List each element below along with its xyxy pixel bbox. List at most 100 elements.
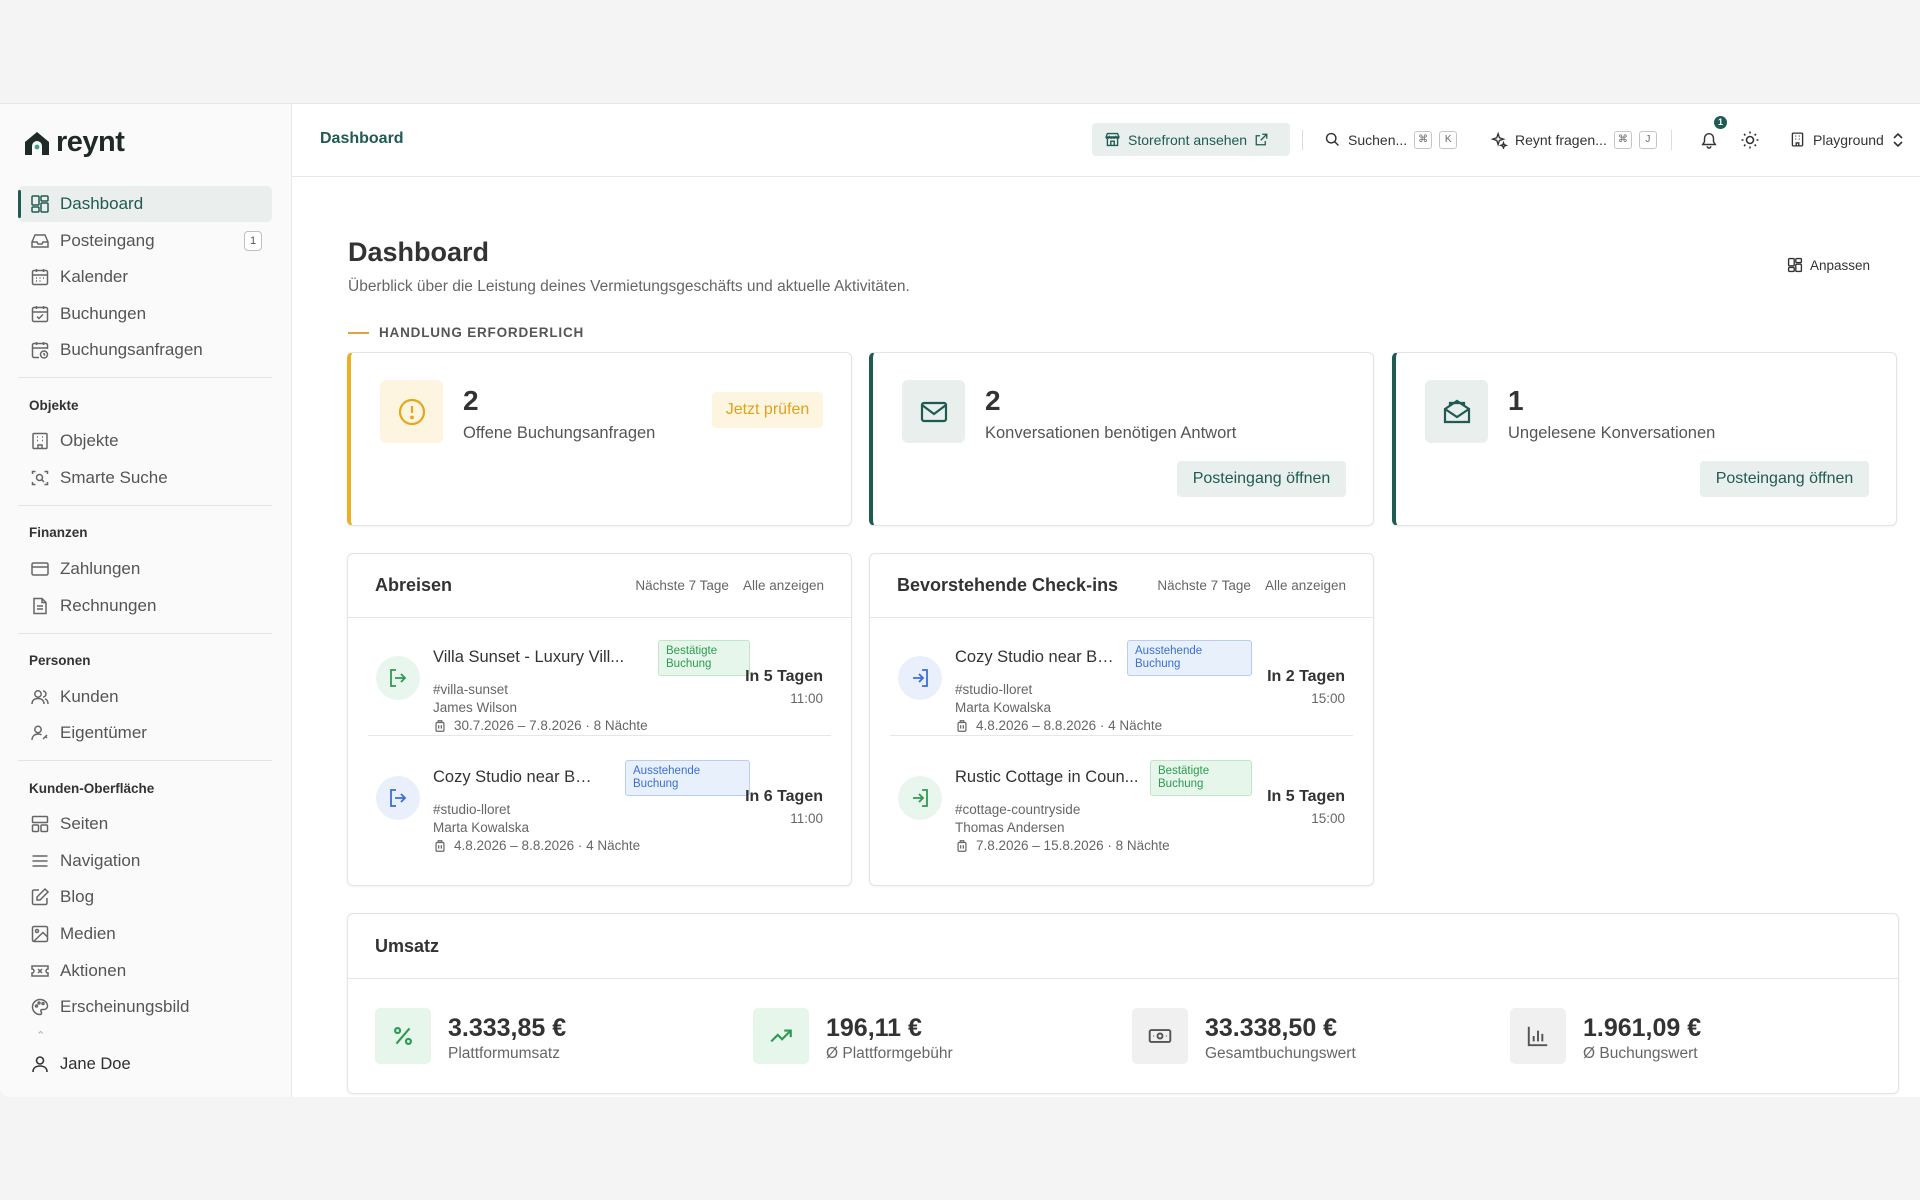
property-slug: #studio-lloret [433,802,511,817]
stay-dates: 4.8.2026 – 8.8.2026 · 4 Nächte [955,718,1162,733]
checkin-icon-box [898,776,942,820]
sidebar-item-inbox[interactable]: Posteingang 1 [18,223,272,259]
stay-dates: 4.8.2026 – 8.8.2026 · 4 Nächte [433,838,640,853]
sidebar-item-appearance[interactable]: Erscheinungsbild [18,989,272,1025]
sidebar-item-payments[interactable]: Zahlungen [18,551,272,587]
ask-ai-button[interactable]: Reynt fragen... ⌘ J [1490,123,1657,156]
stay-dates: 7.8.2026 – 15.8.2026 · 8 Nächte [955,838,1170,853]
sidebar-item-smart-search[interactable]: Smarte Suche [18,460,272,496]
building-icon [1791,132,1804,147]
main-area: Dashboard Storefront ansehen Suchen... ⌘… [292,104,1920,1097]
sidebar-item-properties[interactable]: Objekte [18,423,272,459]
topbar-divider [1671,130,1672,150]
checkins-card: Bevorstehende Check-ins Nächste 7 Tage A… [869,553,1374,886]
sidebar-item-invoices[interactable]: Rechnungen [18,588,272,624]
property-slug: #studio-lloret [955,682,1033,697]
customize-button[interactable]: Anpassen [1787,257,1870,273]
customize-label: Anpassen [1809,257,1870,273]
sidebar-item-label: Eigentümer [60,723,147,743]
notification-count: 1 [1714,116,1727,129]
image-icon [31,925,49,943]
sidebar-item-booking-requests[interactable]: Buchungsanfragen [18,332,272,368]
action-label: Konversationen benötigen Antwort [985,424,1237,442]
sidebar-item-label: Buchungen [60,303,147,323]
ticket-icon [31,964,49,977]
sidebar-item-customers[interactable]: Kunden [18,679,272,715]
review-now-button[interactable]: Jetzt prüfen [712,392,823,428]
shortcut-key: ⌘ [1414,130,1433,149]
list-item[interactable]: Rustic Cottage in Coun... Bestätigte Buch… [890,738,1353,856]
sidebar-nav: Dashboard Posteingang 1 Kalender Buchung… [18,186,272,1026]
sidebar-item-calendar[interactable]: Kalender [18,259,272,295]
section-label-text: HANDLUNG ERFORDERLICH [379,325,585,340]
card-header: Abreisen Nächste 7 Tage Alle anzeigen [348,554,851,618]
external-link-icon [1255,133,1268,146]
theme-toggle[interactable] [1740,123,1760,156]
alert-icon-box [380,380,443,443]
layout-icon [31,815,49,833]
mail-icon-box [902,380,965,443]
show-all-link[interactable]: Alle anzeigen [1265,578,1346,593]
credit-card-icon [31,562,49,576]
sidebar-item-label: Dashboard [60,194,144,213]
list-item[interactable]: Cozy Studio near Be... Ausstehende Buchun… [890,618,1353,736]
sidebar-item-owners[interactable]: Eigentümer [18,715,272,751]
sidebar-item-promotions[interactable]: Aktionen [18,953,272,989]
property-name: Rustic Cottage in Coun... [955,768,1139,786]
logo[interactable]: reynt [22,126,125,159]
palette-icon [31,998,49,1016]
search-button[interactable]: Suchen... ⌘ K [1324,123,1458,156]
scroll-up-caret-icon[interactable]: ⌃ [36,1029,45,1042]
list-item[interactable]: Villa Sunset - Luxury Vill... Bestätigte… [368,618,831,736]
sidebar-item-blog[interactable]: Blog [18,879,272,915]
sidebar-item-label: Smarte Suche [60,467,168,487]
sidebar-item-label: Navigation [60,850,141,870]
nav-divider [18,504,272,506]
sidebar-item-label: Zahlungen [60,558,141,578]
storefront-button[interactable]: Storefront ansehen [1092,123,1290,156]
breadcrumb[interactable]: Dashboard [320,130,404,148]
luggage-icon [435,719,445,732]
brand-name: reynt [56,126,125,158]
ask-ai-label: Reynt fragen... [1515,131,1607,148]
guest-name: Marta Kowalska [955,700,1052,715]
workspace-switcher[interactable]: Playground [1789,123,1905,156]
users-icon [31,689,49,704]
banknote-icon [1148,1029,1172,1043]
bar-chart-icon [1527,1026,1548,1047]
sidebar: reynt Dashboard Posteingang 1 Kalender B… [0,104,292,1097]
guest-name: Marta Kowalska [433,820,530,835]
range-label: Nächste 7 Tage [1157,578,1251,593]
nav-divider [18,377,272,379]
banknote-icon-box [1132,1008,1188,1064]
sidebar-item-dashboard[interactable]: Dashboard [18,186,272,222]
relative-day: In 6 Tagen [745,788,823,805]
sidebar-item-pages[interactable]: Seiten [18,806,272,842]
action-count: 1 [1508,385,1524,416]
property-slug: #cottage-countryside [955,802,1081,817]
notifications-button[interactable]: 1 [1700,116,1727,156]
percent-icon-box [375,1008,431,1064]
user-menu[interactable]: Jane Doe [30,1054,131,1074]
app-window: reynt Dashboard Posteingang 1 Kalender B… [0,103,1920,1097]
dashboard-content: Dashboard Überblick über die Leistung de… [347,177,1900,1097]
status-badge: Bestätigte Buchung [658,640,750,676]
card-meta: Nächste 7 Tage Alle anzeigen [635,578,824,593]
sparkles-icon [1490,131,1508,149]
log-out-icon [390,669,407,687]
sidebar-item-media[interactable]: Medien [18,916,272,952]
inbox-count-badge: 1 [244,230,262,251]
open-inbox-button[interactable]: Posteingang öffnen [1177,461,1346,497]
nav-section-title: Finanzen [29,525,88,541]
show-all-link[interactable]: Alle anzeigen [743,578,824,593]
open-inbox-button[interactable]: Posteingang öffnen [1700,461,1869,497]
trending-up-icon [770,1029,792,1043]
list-item[interactable]: Cozy Studio near Be... Ausstehende Buchun… [368,738,831,856]
sidebar-item-navigation[interactable]: Navigation [18,843,272,879]
property-name: Cozy Studio near Be... [955,648,1120,666]
sidebar-item-bookings[interactable]: Buchungen [18,296,272,332]
shortcut-key: J [1638,130,1657,149]
relative-day: In 2 Tagen [1267,668,1345,685]
sidebar-item-label: Aktionen [60,960,127,980]
action-count: 2 [463,385,479,416]
